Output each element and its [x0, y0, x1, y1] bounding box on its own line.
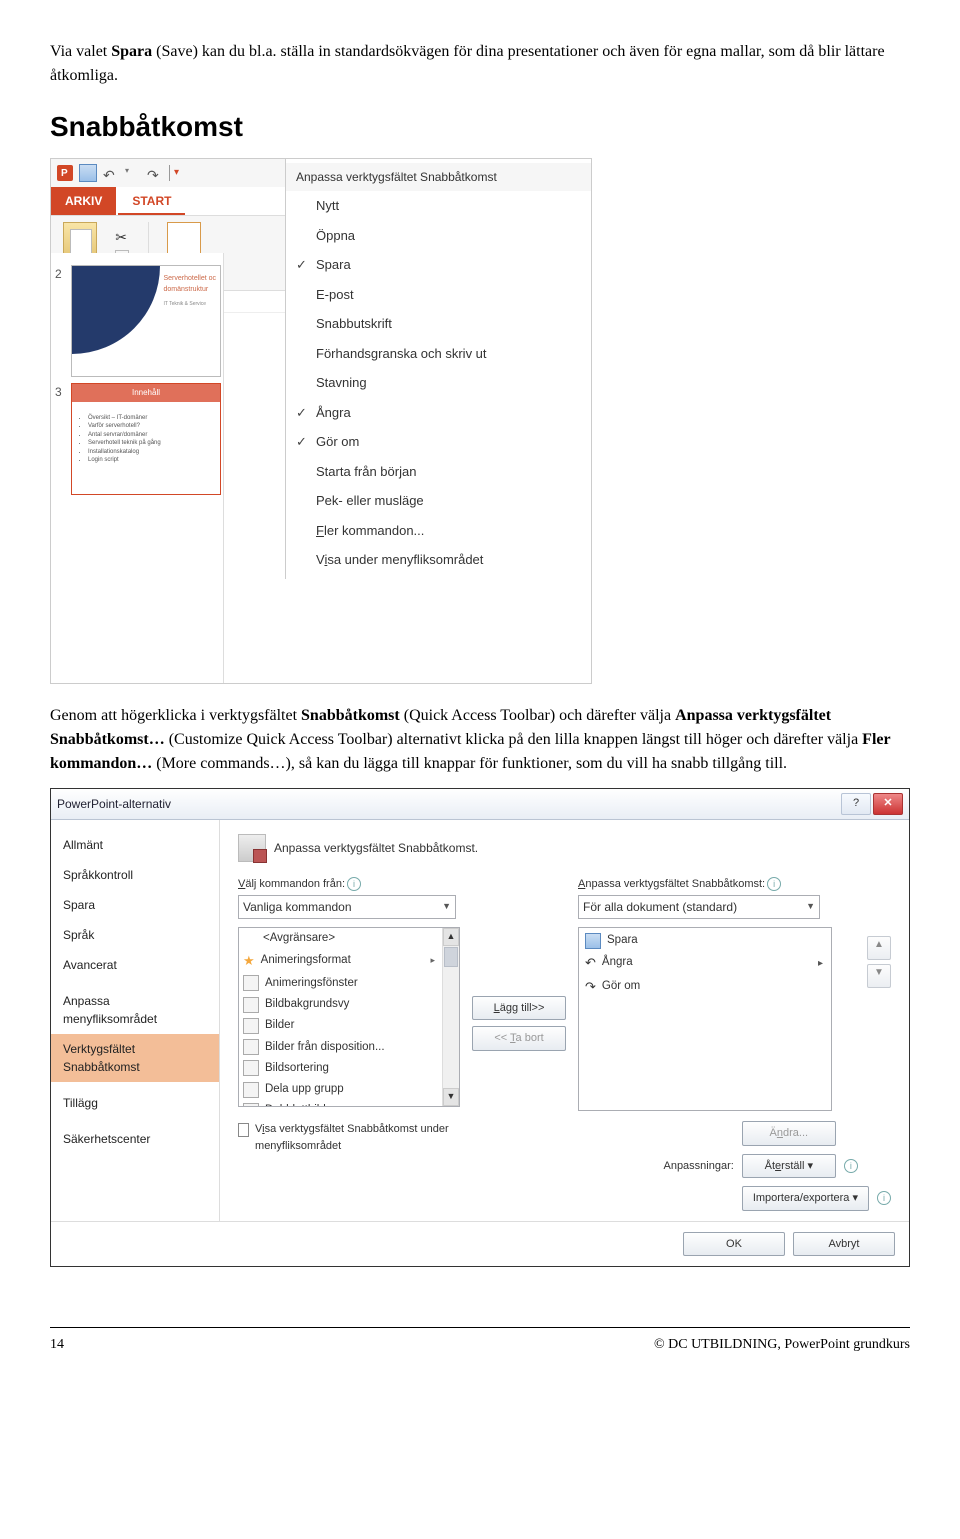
screenshot-options-dialog: PowerPoint-alternativ ? ✕ Allmänt Språkk…	[50, 788, 910, 1268]
menu-item-pek[interactable]: Pek- eller musläge	[286, 486, 591, 516]
qat-dropdown-menu: Anpassa verktygsfältet Snabbåtkomst Nytt…	[285, 159, 591, 579]
move-up-button[interactable]: ▲	[867, 936, 891, 960]
available-commands-list[interactable]: <Avgränsare> ★Animeringsformat▸ Animerin…	[238, 927, 460, 1107]
dropdown-title: Anpassa verktygsfältet Snabbåtkomst	[286, 163, 591, 191]
menu-item-nytt[interactable]: Nytt	[286, 191, 591, 221]
customize-qat-label: Anpassa verktygsfältet Snabbåtkomst:i	[578, 876, 849, 893]
menu-item-oppna[interactable]: Öppna	[286, 221, 591, 251]
scrollbar[interactable]: ▲ ▼	[442, 928, 459, 1106]
show-below-ribbon-checkbox[interactable]: Visa verktygsfältet Snabbåtkomst under m…	[238, 1121, 468, 1154]
slide-master-icon	[243, 997, 259, 1013]
menu-item-starta[interactable]: Starta från början	[286, 457, 591, 487]
ok-button[interactable]: OK	[683, 1232, 785, 1257]
menu-item-spara[interactable]: Spara	[286, 250, 591, 280]
nav-anpassa-menyfliks[interactable]: Anpassa menyfliksområdet	[51, 986, 219, 1034]
anpassningar-label: Anpassningar:	[650, 1158, 734, 1175]
qat-scope-combo[interactable]: För alla dokument (standard)▼	[578, 895, 820, 919]
tab-start[interactable]: START	[118, 187, 185, 215]
nav-tillagg[interactable]: Tillägg	[51, 1088, 219, 1118]
cut-icon[interactable]: ✂	[115, 227, 130, 248]
dialog-titlebar: PowerPoint-alternativ ? ✕	[51, 789, 909, 820]
mid-paragraph: Genom att högerklicka i verktygsfältet S…	[50, 704, 910, 776]
undo-caret-icon[interactable]: ▾	[125, 165, 141, 181]
star-icon: ★	[243, 951, 255, 971]
options-nav: Allmänt Språkkontroll Spara Språk Avance…	[51, 820, 220, 1221]
qat-icon	[238, 834, 266, 862]
new-slide-icon	[167, 222, 201, 256]
tab-arkiv[interactable]: ARKIV	[51, 187, 116, 215]
menu-item-angra[interactable]: Ångra	[286, 398, 591, 428]
info-icon[interactable]: i	[347, 877, 361, 891]
options-heading: Anpassa verktygsfältet Snabbåtkomst.	[238, 834, 891, 862]
menu-item-fler-kommandon[interactable]: Fler kommandon...	[286, 516, 591, 546]
slide-thumb-2[interactable]: 2 Serverhotellet oc domänstruktur IT Tek…	[59, 265, 215, 377]
slide-thumbnails: 2 Serverhotellet oc domänstruktur IT Tek…	[51, 253, 224, 683]
menu-item-visa-under[interactable]: Visa under menyfliksområdet	[286, 545, 591, 575]
screenshot-qat-dropdown: ▾ ▾ ARKIV START Klistra in ▾ ✂ 🖌 Ny bild…	[50, 158, 592, 684]
page-number: 14	[50, 1334, 64, 1355]
nav-avancerat[interactable]: Avancerat	[51, 950, 219, 980]
pictures-icon	[243, 1018, 259, 1034]
chevron-down-icon: ▼	[806, 900, 815, 914]
info-icon[interactable]: i	[844, 1159, 858, 1173]
chevron-down-icon: ▼	[442, 900, 451, 914]
undo-icon: ↶	[585, 953, 596, 973]
checkbox-icon	[238, 1123, 249, 1137]
powerpoint-icon	[57, 165, 73, 181]
qat-customize-caret-icon[interactable]: ▾	[169, 165, 190, 181]
nav-sprakkontroll[interactable]: Språkkontroll	[51, 860, 219, 890]
save-icon	[585, 933, 601, 949]
menu-item-snabbutskrift[interactable]: Snabbutskrift	[286, 309, 591, 339]
menu-item-epost[interactable]: E-post	[286, 280, 591, 310]
intro-paragraph: Via valet Spara (Save) kan du bl.a. stäl…	[50, 40, 910, 88]
modify-button[interactable]: Ändra...	[742, 1121, 836, 1146]
duplicate-slide-icon	[243, 1103, 259, 1107]
choose-commands-label: Välj kommandon från:i	[238, 876, 460, 893]
cancel-button[interactable]: Avbryt	[793, 1232, 895, 1257]
remove-button[interactable]: << Ta bort	[472, 1026, 566, 1051]
nav-sakerhetscenter[interactable]: Säkerhetscenter	[51, 1124, 219, 1154]
move-down-button[interactable]: ▼	[867, 964, 891, 988]
menu-item-stavning[interactable]: Stavning	[286, 368, 591, 398]
page-footer: 14 © DC UTBILDNING, PowerPoint grundkurs	[50, 1327, 910, 1355]
nav-verktygsfaltet-snabbatkomst[interactable]: Verktygsfältet Snabbåtkomst	[51, 1034, 219, 1082]
choose-commands-combo[interactable]: Vanliga kommandon▼	[238, 895, 456, 919]
info-icon[interactable]: i	[877, 1191, 891, 1205]
nav-allmant[interactable]: Allmänt	[51, 830, 219, 860]
import-export-button[interactable]: Importera/exportera ▾	[742, 1186, 869, 1211]
animation-pane-icon	[243, 975, 259, 991]
nav-spara[interactable]: Spara	[51, 890, 219, 920]
dialog-title: PowerPoint-alternativ	[57, 795, 841, 813]
save-icon[interactable]	[79, 164, 97, 182]
help-button[interactable]: ?	[841, 793, 871, 815]
reset-button[interactable]: Återställ ▾	[742, 1154, 836, 1179]
redo-icon[interactable]	[147, 165, 163, 181]
slide-sorter-icon	[243, 1060, 259, 1076]
menu-item-forhandsgranska[interactable]: Förhandsgranska och skriv ut	[286, 339, 591, 369]
info-icon[interactable]: i	[767, 877, 781, 891]
outline-icon	[243, 1039, 259, 1055]
current-qat-list[interactable]: Spara ↶Ångra▸ ↷Gör om	[578, 927, 832, 1111]
footer-copyright: © DC UTBILDNING, PowerPoint grundkurs	[654, 1334, 910, 1355]
paste-icon	[63, 222, 97, 256]
redo-icon: ↷	[585, 977, 596, 997]
undo-icon[interactable]	[103, 165, 119, 181]
heading-snabbatkomst: Snabbåtkomst	[50, 106, 910, 148]
slide-thumb-3[interactable]: 3 Innehåll Översikt – IT-domäner Varför …	[59, 383, 215, 495]
nav-sprak[interactable]: Språk	[51, 920, 219, 950]
add-button[interactable]: Lägg till>>	[472, 996, 566, 1021]
ungroup-icon	[243, 1082, 259, 1098]
menu-item-gorom[interactable]: Gör om	[286, 427, 591, 457]
close-button[interactable]: ✕	[873, 793, 903, 815]
